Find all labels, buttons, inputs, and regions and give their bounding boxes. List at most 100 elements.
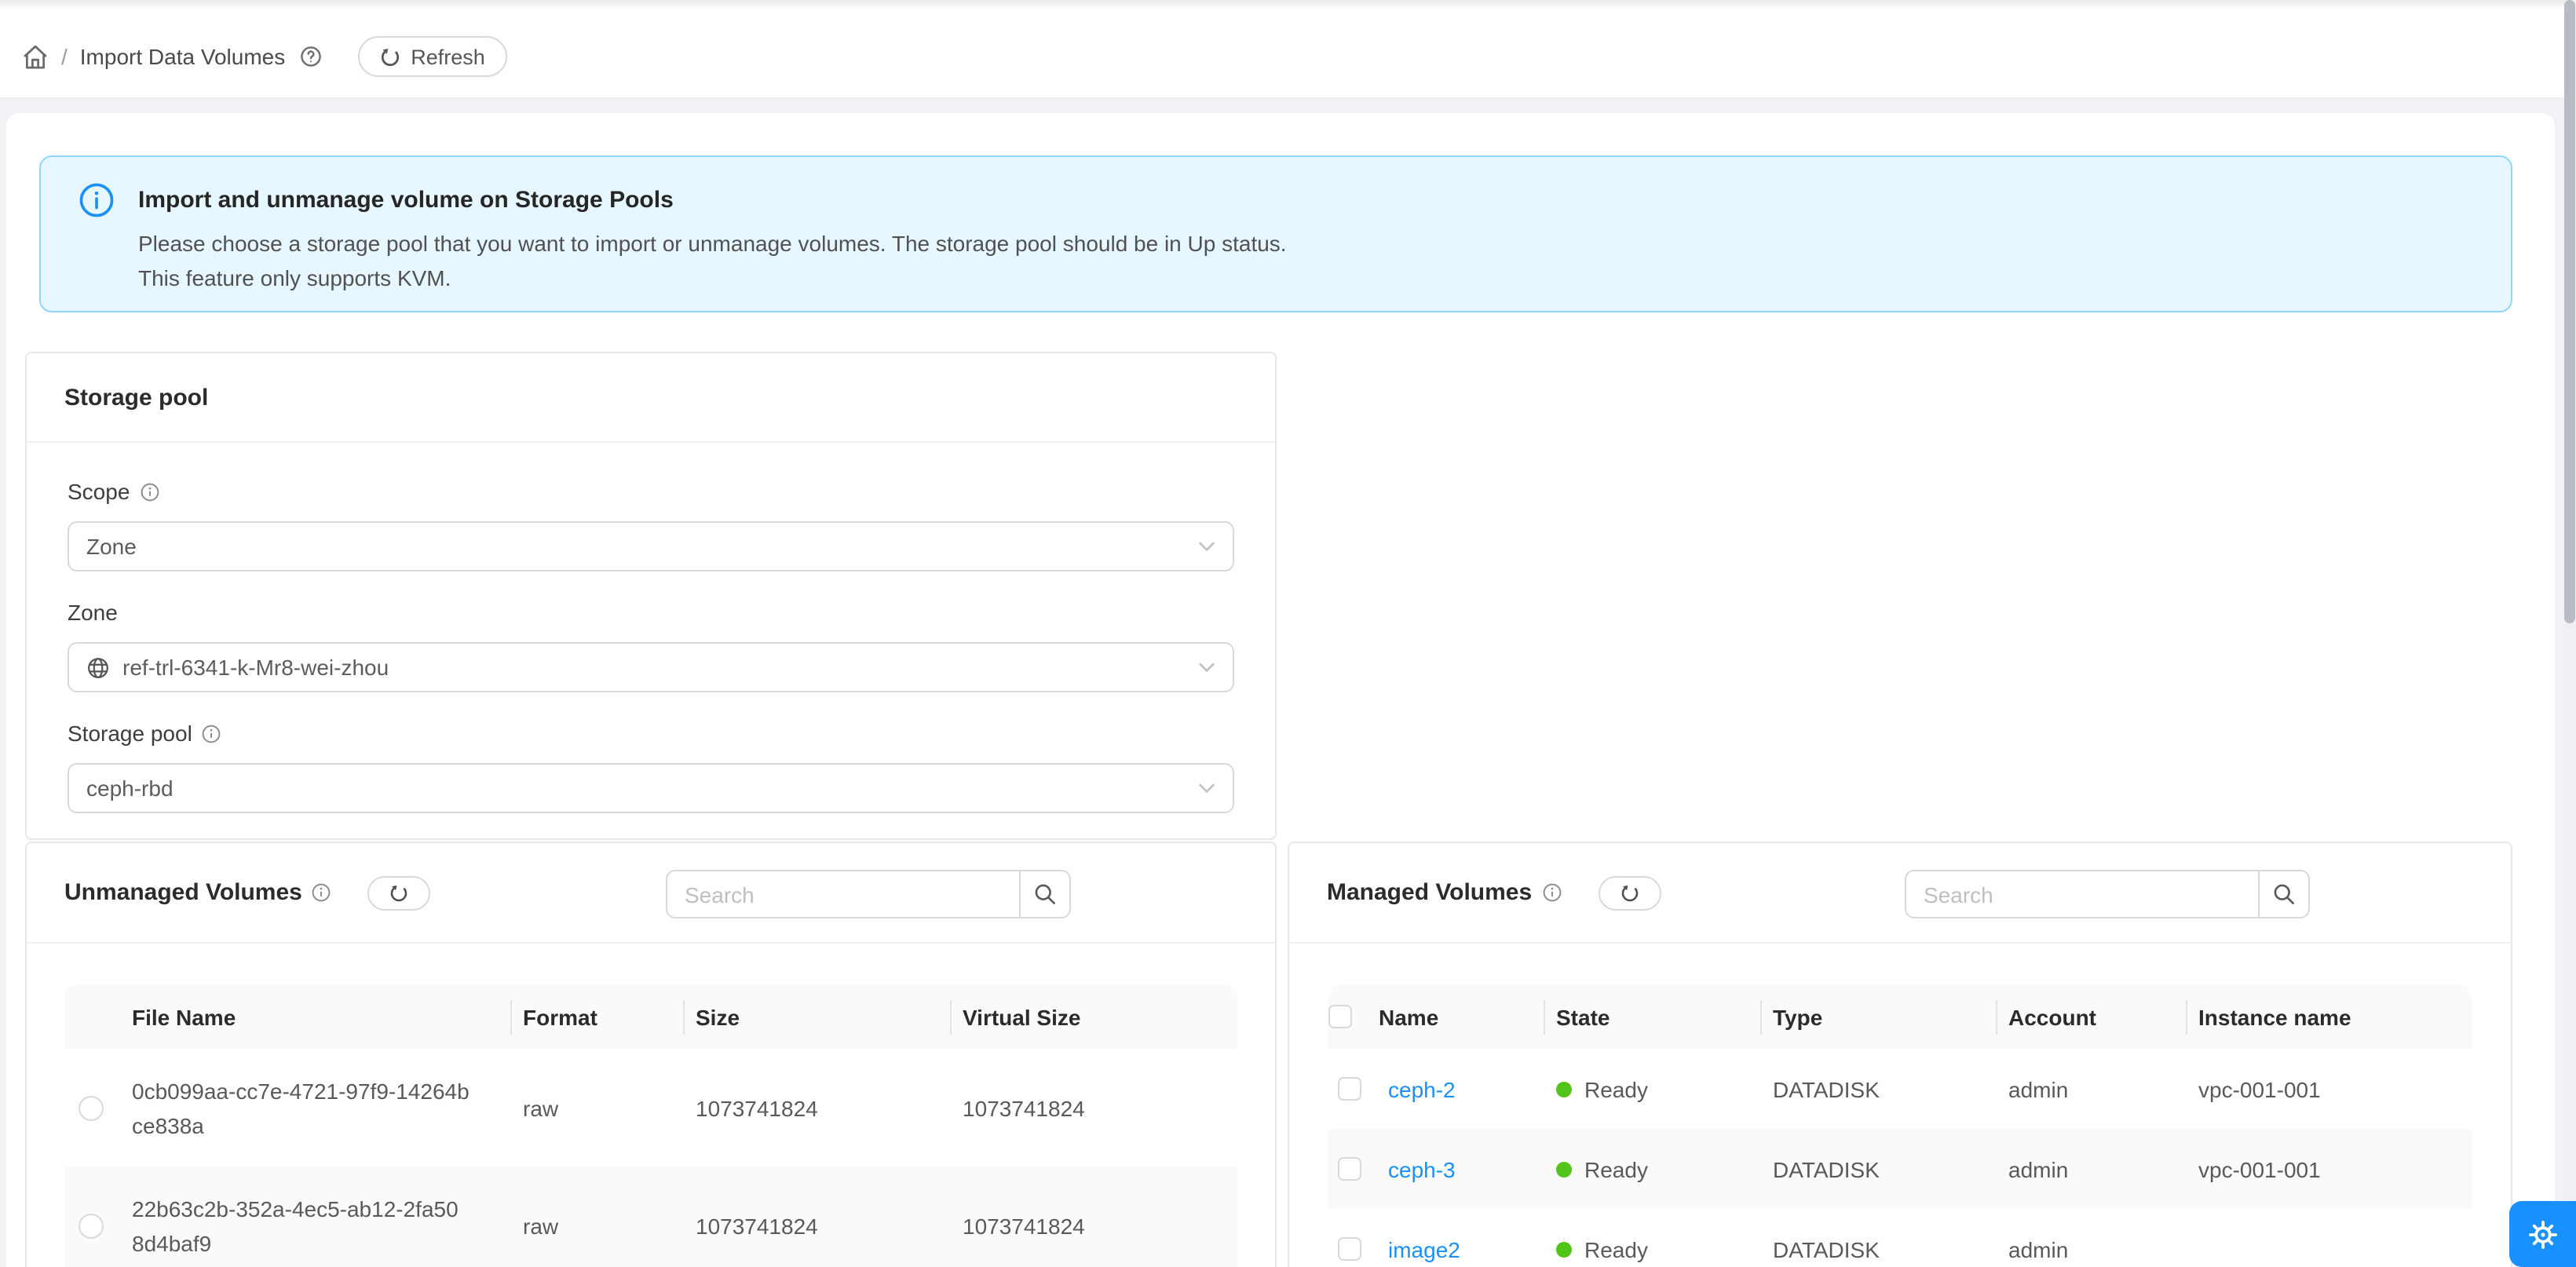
virtual-size: 1073741824	[950, 1213, 1240, 1238]
volume-name-link[interactable]: image2	[1388, 1236, 1460, 1262]
column-header-type[interactable]: Type	[1760, 1004, 1996, 1029]
managed-table-header: Name State Type Account Instance name	[1328, 984, 2472, 1049]
size: 1073741824	[683, 1213, 950, 1238]
gear-icon	[2526, 1218, 2559, 1251]
unmanaged-search-button[interactable]	[1019, 870, 1071, 918]
account: admin	[1996, 1236, 2186, 1262]
info-alert: Import and unmanage volume on Storage Po…	[39, 155, 2512, 312]
table-row[interactable]: image2 Ready DATADISK admin	[1328, 1209, 2472, 1267]
column-header-virtual-size[interactable]: Virtual Size	[950, 1004, 1240, 1029]
managed-search-input[interactable]	[1905, 870, 2258, 918]
column-header-state[interactable]: State	[1544, 1004, 1760, 1029]
row-radio[interactable]	[79, 1095, 104, 1120]
scope-info-icon[interactable]	[139, 481, 159, 502]
chevron-down-icon	[1198, 540, 1215, 553]
status-dot	[1556, 1241, 1572, 1257]
row-checkbox[interactable]	[1338, 1077, 1361, 1101]
storage-pool-card: Storage pool Scope Zone Zone	[25, 352, 1277, 840]
globe-icon	[86, 655, 110, 679]
format: raw	[510, 1095, 683, 1120]
search-icon	[1033, 882, 1057, 906]
home-icon[interactable]	[22, 43, 49, 70]
managed-volumes-card: Managed Volumes	[1288, 842, 2512, 1267]
chevron-down-icon	[1198, 782, 1215, 794]
top-shadow	[0, 0, 2576, 9]
type: DATADISK	[1760, 1076, 1996, 1101]
column-header-account[interactable]: Account	[1996, 1004, 2186, 1029]
search-icon	[2272, 882, 2296, 906]
settings-button[interactable]	[2508, 1201, 2576, 1267]
page-scrollbar	[2563, 0, 2576, 1267]
unmanaged-refresh-button[interactable]	[368, 875, 431, 910]
column-header-file-name[interactable]: File Name	[64, 1004, 510, 1029]
account: admin	[1996, 1076, 2186, 1101]
virtual-size: 1073741824	[950, 1095, 1240, 1120]
format: raw	[510, 1213, 683, 1238]
status-dot	[1556, 1161, 1572, 1177]
zone-select-value: ref-trl-6341-k-Mr8-wei-zhou	[122, 655, 389, 680]
reload-icon	[390, 883, 409, 902]
managed-table-body: ceph-2 Ready DATADISK admin vpc-001-001	[1328, 1049, 2472, 1267]
unmanaged-search	[666, 870, 1071, 918]
column-header-instance-name[interactable]: Instance name	[2186, 1004, 2475, 1029]
size: 1073741824	[683, 1095, 950, 1120]
managed-volumes-header: Managed Volumes	[1289, 843, 2511, 944]
scrollbar-thumb[interactable]	[2564, 0, 2575, 623]
managed-table: Name State Type Account Instance name ce…	[1328, 984, 2472, 1267]
unmanaged-volumes-title: Unmanaged Volumes	[64, 879, 302, 906]
unmanaged-search-input[interactable]	[666, 870, 1019, 918]
type: DATADISK	[1760, 1156, 1996, 1181]
storage-pool-card-header: Storage pool	[27, 353, 1275, 443]
alert-description-line2: This feature only supports KVM.	[138, 261, 2473, 295]
table-row[interactable]: 22b63c2b-352a-4ec5-ab12-2fa508d4baf9 raw…	[64, 1167, 1237, 1267]
managed-search-button[interactable]	[2258, 870, 2310, 918]
scope-select-value: Zone	[86, 534, 137, 559]
breadcrumb-separator: /	[61, 44, 68, 69]
zone-select[interactable]: ref-trl-6341-k-Mr8-wei-zhou	[68, 642, 1234, 692]
volume-name-link[interactable]: ceph-3	[1388, 1156, 1456, 1181]
table-row[interactable]: ceph-3 Ready DATADISK admin vpc-001-001	[1328, 1129, 2472, 1209]
instance-name: vpc-001-001	[2186, 1156, 2475, 1181]
column-header-format[interactable]: Format	[510, 1004, 683, 1029]
managed-volumes-title: Managed Volumes	[1327, 879, 1532, 906]
pool-info-icon[interactable]	[202, 723, 222, 743]
column-header-size[interactable]: Size	[683, 1004, 950, 1029]
state: Ready	[1584, 1156, 1648, 1181]
refresh-button[interactable]: Refresh	[357, 36, 507, 77]
unmanaged-volumes-card: Unmanaged Volumes	[25, 842, 1277, 1267]
chevron-down-icon	[1198, 661, 1215, 674]
column-header-name[interactable]: Name	[1379, 1004, 1438, 1029]
instance-name: vpc-001-001	[2186, 1076, 2475, 1101]
info-circle-icon	[79, 182, 115, 218]
pool-label: Storage pool	[68, 717, 1234, 749]
pool-select-value: ceph-rbd	[86, 776, 174, 801]
unmanaged-info-icon[interactable]	[312, 882, 332, 903]
breadcrumb-current: Import Data Volumes	[80, 44, 285, 69]
reload-icon	[379, 46, 400, 67]
scope-select[interactable]: Zone	[68, 521, 1234, 571]
managed-refresh-button[interactable]	[1598, 875, 1661, 910]
select-all-checkbox[interactable]	[1328, 1005, 1352, 1028]
row-checkbox[interactable]	[1338, 1157, 1361, 1181]
unmanaged-table-header: File Name Format Size Virtual Size	[64, 984, 1237, 1049]
file-name: 0cb099aa-cc7e-4721-97f9-14264bce838a	[132, 1073, 470, 1142]
account: admin	[1996, 1156, 2186, 1181]
page: / Import Data Volumes Refresh	[0, 0, 2576, 1267]
table-row[interactable]: ceph-2 Ready DATADISK admin vpc-001-001	[1328, 1049, 2472, 1129]
refresh-label: Refresh	[411, 45, 485, 68]
alert-description-line1: Please choose a storage pool that you wa…	[138, 228, 2473, 261]
file-name: 22b63c2b-352a-4ec5-ab12-2fa508d4baf9	[132, 1191, 470, 1260]
managed-search	[1905, 870, 2310, 918]
row-checkbox[interactable]	[1338, 1237, 1361, 1261]
top-bar: / Import Data Volumes Refresh	[0, 0, 2576, 98]
volume-name-link[interactable]: ceph-2	[1388, 1076, 1456, 1101]
row-radio[interactable]	[79, 1213, 104, 1238]
scope-label: Scope	[68, 476, 1234, 507]
managed-info-icon[interactable]	[1541, 882, 1562, 903]
table-row[interactable]: 0cb099aa-cc7e-4721-97f9-14264bce838a raw…	[64, 1049, 1237, 1167]
unmanaged-volumes-header: Unmanaged Volumes	[27, 843, 1275, 944]
state: Ready	[1584, 1076, 1648, 1101]
type: DATADISK	[1760, 1236, 1996, 1262]
pool-select[interactable]: ceph-rbd	[68, 763, 1234, 813]
help-icon[interactable]	[299, 46, 321, 68]
